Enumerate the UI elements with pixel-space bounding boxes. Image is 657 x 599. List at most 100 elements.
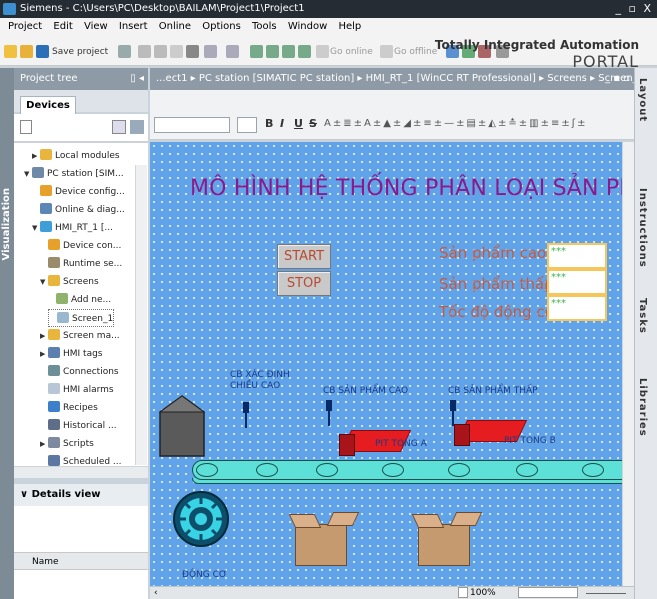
stop-button[interactable]: STOP: [277, 271, 331, 296]
tree-item[interactable]: Connections: [40, 363, 119, 381]
new-project-icon[interactable]: [4, 45, 17, 58]
details-view-header[interactable]: ∨ Details view: [14, 484, 148, 506]
tree-item[interactable]: Device config...: [32, 183, 125, 201]
folder-icon: [48, 275, 60, 286]
tree-item[interactable]: ▶ Local modules: [32, 147, 120, 165]
save-project-button[interactable]: Save project: [52, 44, 108, 60]
io-field-high-product[interactable]: ***: [547, 243, 607, 269]
delete-icon[interactable]: [186, 45, 199, 58]
tree-item[interactable]: ▶ Scripts: [40, 435, 94, 453]
undo-icon[interactable]: [204, 45, 217, 58]
menu-insert[interactable]: Insert: [119, 21, 148, 32]
zoom-select[interactable]: [518, 587, 578, 598]
scroll-right-icon[interactable]: [458, 587, 468, 598]
open-project-icon[interactable]: [20, 45, 33, 58]
visualization-strip[interactable]: Visualization: [0, 68, 14, 599]
bold-button[interactable]: B: [265, 117, 273, 130]
tree-item[interactable]: Recipes: [40, 399, 98, 417]
tree-item[interactable]: ▶ HMI tags: [40, 345, 103, 363]
tree-item[interactable]: Device con...: [40, 237, 121, 255]
tree-item[interactable]: Online & diag...: [32, 201, 125, 219]
menu-edit[interactable]: Edit: [53, 21, 72, 32]
tab-libraries[interactable]: Libraries: [637, 378, 648, 437]
tree-item[interactable]: Historical ...: [40, 417, 117, 435]
menu-project[interactable]: Project: [8, 21, 42, 32]
io-field-motor-speed[interactable]: ***: [547, 295, 607, 321]
alarms-icon: [48, 383, 60, 394]
tab-devices[interactable]: Devices: [20, 96, 76, 116]
tree-view-icon[interactable]: [20, 120, 32, 134]
hmi-screen-canvas[interactable]: MÔ HÌNH HỆ THỐNG PHÂN LOẠI SẢN PHẨM STAR…: [150, 142, 634, 586]
expanded-arrow-icon[interactable]: ▼: [32, 219, 40, 237]
tia-logo-icon: [3, 3, 16, 15]
format-tools-icon[interactable]: A±≣±A±▲±◢±≡±—±▤±◭±≛±▥±≡±ʃ±: [324, 118, 624, 132]
tree-sync-icon[interactable]: [130, 120, 144, 134]
editor-window-controls[interactable]: _ ▪ ▫ X: [598, 68, 634, 106]
collapsed-arrow-icon[interactable]: ▶: [32, 147, 40, 165]
go-online-icon[interactable]: [316, 45, 329, 58]
tree-item[interactable]: ▼ Screens: [40, 273, 99, 291]
canvas-vertical-scrollbar[interactable]: [622, 142, 634, 586]
strike-button[interactable]: S: [309, 117, 317, 130]
cut-icon[interactable]: [138, 45, 151, 58]
collapse-icon[interactable]: ▯ ◂: [130, 68, 144, 90]
download-icon[interactable]: [266, 45, 279, 58]
visualization-label: Visualization: [1, 188, 12, 261]
scroll-left-icon[interactable]: ‹: [154, 587, 158, 599]
tab-instructions[interactable]: Instructions: [637, 188, 648, 268]
copy-icon[interactable]: [154, 45, 167, 58]
tab-layout[interactable]: Layout: [637, 78, 648, 122]
historical-icon: [48, 419, 60, 430]
tree-item[interactable]: Screen_1: [48, 309, 115, 327]
zoom-slider[interactable]: [586, 593, 626, 594]
tree-item-label: HMI_RT_1 [...: [55, 223, 113, 233]
start-button[interactable]: START: [277, 244, 331, 269]
tree-list-icon[interactable]: [112, 120, 126, 134]
tree-horizontal-scrollbar[interactable]: [14, 466, 148, 478]
hmi-icon: [40, 221, 52, 232]
tree-item[interactable]: ▶ Screen ma...: [40, 327, 120, 345]
tree-item[interactable]: Runtime se...: [40, 255, 122, 273]
tree-item-label: Screen_1: [72, 314, 114, 324]
collapsed-arrow-icon[interactable]: ▶: [40, 435, 48, 453]
compile-icon[interactable]: [250, 45, 263, 58]
menu-online[interactable]: Online: [159, 21, 191, 32]
underline-button[interactable]: U: [294, 117, 303, 130]
go-online-button[interactable]: Go online: [330, 44, 373, 60]
tree-item[interactable]: ▼ HMI_RT_1 [...: [32, 219, 113, 237]
print-icon[interactable]: [118, 45, 131, 58]
font-select[interactable]: [154, 117, 230, 133]
details-name-column[interactable]: Name: [14, 552, 148, 570]
menu-options[interactable]: Options: [202, 21, 241, 32]
expanded-arrow-icon[interactable]: ▼: [40, 273, 48, 291]
zoom-value[interactable]: 100%: [470, 587, 496, 599]
window-controls[interactable]: _ ▫ X: [616, 0, 653, 18]
tree-item[interactable]: Scheduled ...: [40, 453, 122, 466]
menu-tools[interactable]: Tools: [252, 21, 277, 32]
redo-icon[interactable]: [226, 45, 239, 58]
collapsed-arrow-icon[interactable]: ▶: [40, 327, 48, 345]
italic-button[interactable]: I: [280, 117, 284, 130]
tree-item[interactable]: HMI alarms: [40, 381, 114, 399]
motor-icon[interactable]: [172, 490, 230, 548]
expanded-arrow-icon[interactable]: ▼: [24, 165, 32, 183]
simulate-icon[interactable]: [298, 45, 311, 58]
go-offline-button[interactable]: Go offline: [394, 44, 437, 60]
font-size-select[interactable]: [237, 117, 257, 133]
menu-window[interactable]: Window: [288, 21, 327, 32]
tree-item[interactable]: ▼ PC station [SIM...: [24, 165, 124, 183]
tree-vertical-scrollbar[interactable]: [135, 165, 147, 465]
save-icon[interactable]: [36, 45, 49, 58]
tab-tasks[interactable]: Tasks: [637, 298, 648, 334]
tree-item[interactable]: Add ne...: [48, 291, 111, 309]
collapsed-arrow-icon[interactable]: ▶: [40, 345, 48, 363]
scheduled-icon: [48, 455, 60, 466]
connections-icon: [48, 365, 60, 376]
go-offline-icon[interactable]: [380, 45, 393, 58]
paste-icon[interactable]: [170, 45, 183, 58]
sensor-height-stem: [245, 412, 247, 428]
menu-view[interactable]: View: [84, 21, 108, 32]
io-field-low-product[interactable]: ***: [547, 269, 607, 295]
upload-icon[interactable]: [282, 45, 295, 58]
menu-help[interactable]: Help: [338, 21, 361, 32]
